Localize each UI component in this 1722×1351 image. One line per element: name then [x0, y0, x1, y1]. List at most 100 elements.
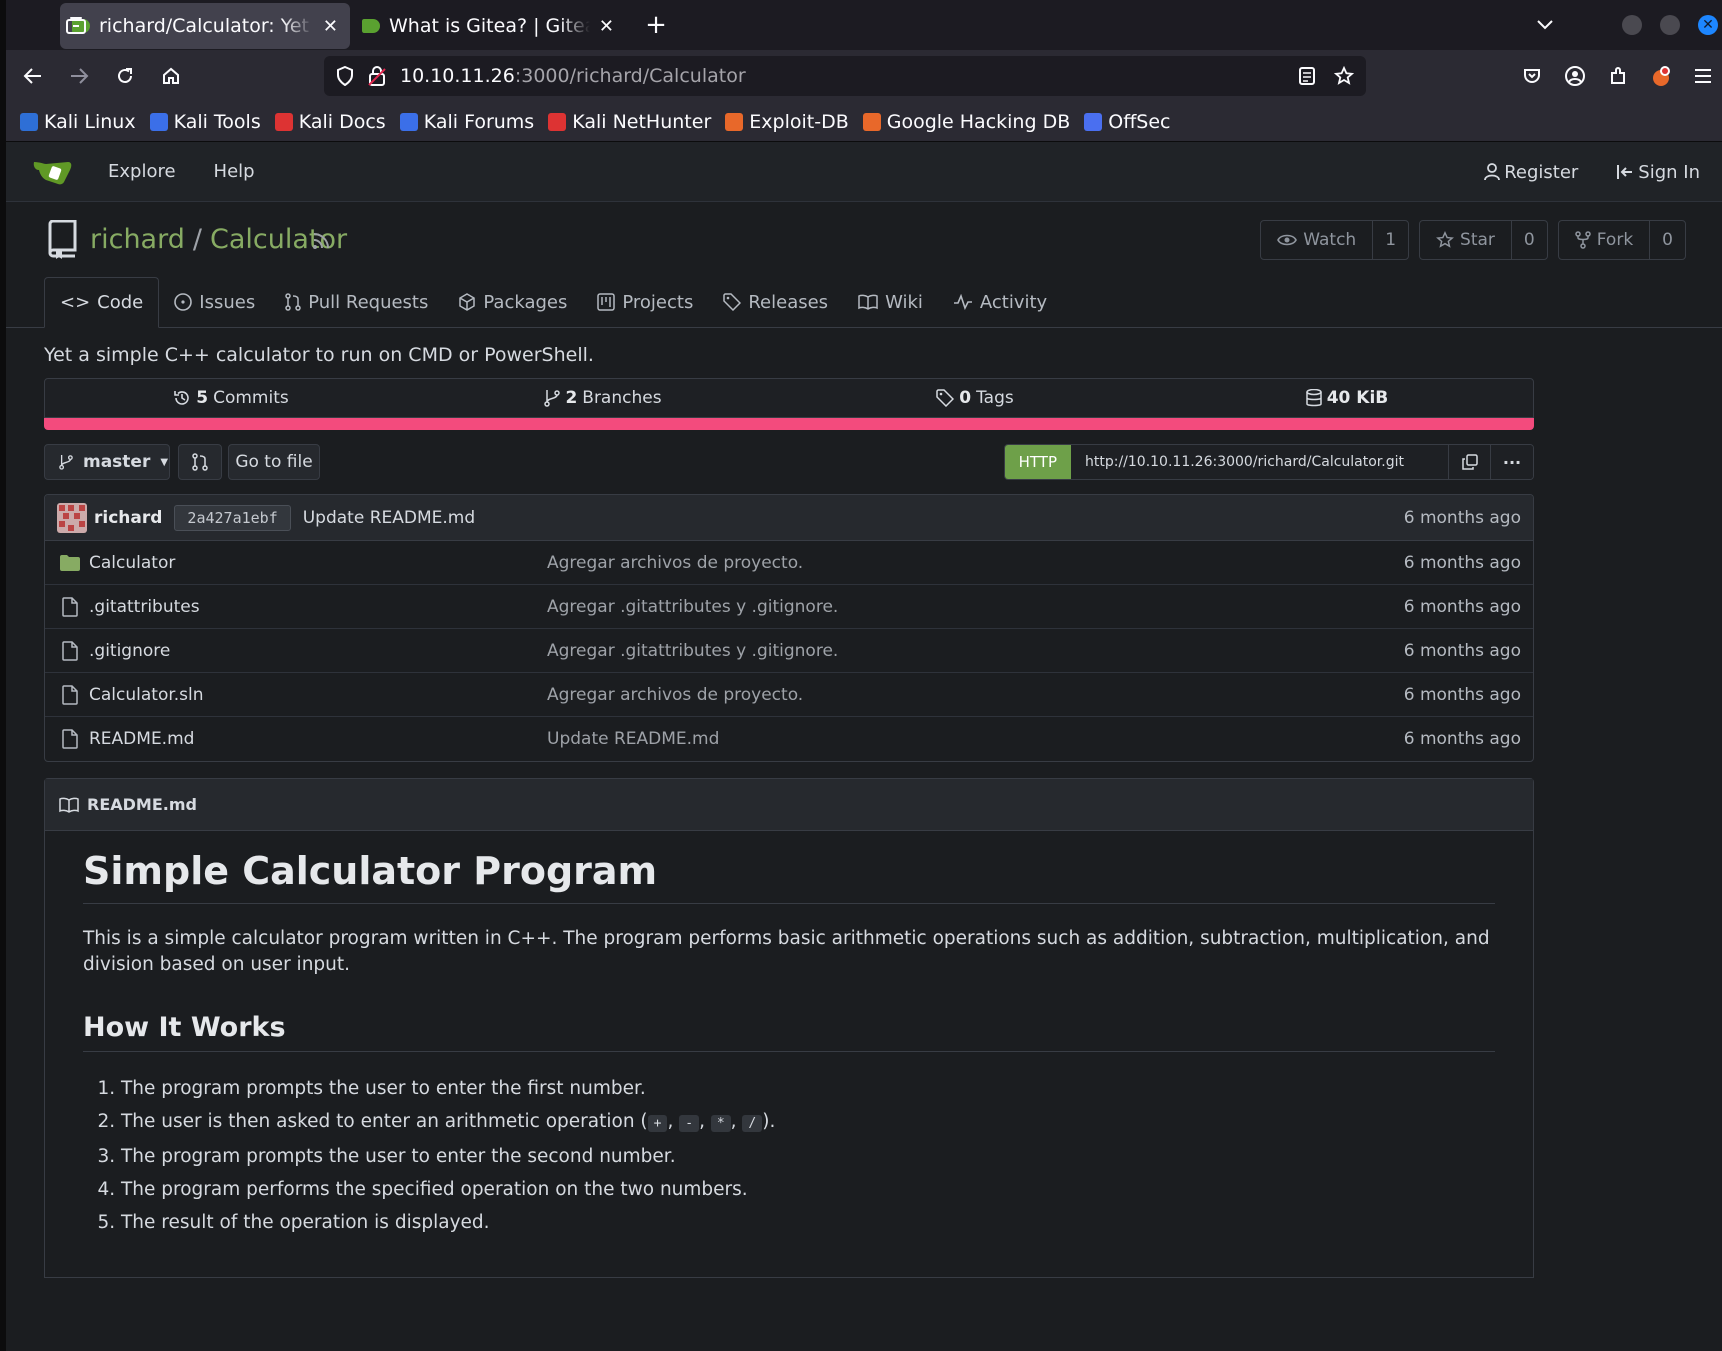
pull-request-icon: [192, 453, 208, 471]
language-bar[interactable]: [44, 418, 1534, 430]
tags-count: 0: [959, 388, 972, 408]
copy-url-button[interactable]: [1449, 445, 1491, 479]
repo-owner-link[interactable]: richard: [90, 224, 185, 255]
shield-icon[interactable]: [336, 66, 354, 86]
url-bar[interactable]: 10.10.11.26:3000/richard/Calculator: [324, 56, 1366, 96]
browser-tab-bar: richard/Calculator: Yet a simple C++ cal…: [6, 0, 1722, 50]
insecure-lock-icon[interactable]: [368, 66, 386, 86]
repo-stats: 5 Commits 2 Branches 0 Tags 40 KiB: [44, 378, 1534, 418]
file-commit-message[interactable]: Agregar archivos de proyecto.: [547, 553, 803, 573]
clone-url-input[interactable]: http://10.10.11.26:3000/richard/Calculat…: [1071, 445, 1449, 479]
close-tab-icon[interactable]: ✕: [323, 16, 338, 37]
commit-message[interactable]: Update README.md: [303, 508, 475, 528]
compare-button[interactable]: [178, 444, 222, 480]
file-name-link[interactable]: .gitignore: [89, 641, 547, 661]
bookmark-item[interactable]: Kali Docs: [274, 111, 386, 133]
bookmark-star-icon[interactable]: [1334, 66, 1354, 86]
branches-stat[interactable]: 2 Branches: [417, 388, 789, 408]
history-icon: [174, 391, 190, 405]
more-options-button[interactable]: ···: [1491, 445, 1533, 479]
tab-pull-requests[interactable]: Pull Requests: [270, 277, 443, 327]
close-tab-icon[interactable]: ✕: [599, 16, 614, 37]
file-commit-message[interactable]: Agregar archivos de proyecto.: [547, 685, 803, 705]
op-code: +: [647, 1115, 668, 1132]
foxyproxy-icon[interactable]: [1650, 65, 1672, 87]
branch-dropdown[interactable]: master ▼: [44, 444, 170, 480]
new-tab-button[interactable]: +: [634, 5, 678, 45]
bookmark-item[interactable]: Kali Tools: [149, 110, 261, 133]
file-commit-message[interactable]: Agregar .gitattributes y .gitignore.: [547, 597, 838, 617]
bookmark-item[interactable]: Kali NetHunter: [548, 111, 711, 133]
tab-code[interactable]: <> Code: [44, 277, 160, 328]
code-icon: <>: [60, 292, 91, 313]
nav-explore[interactable]: Explore: [108, 161, 176, 182]
maximize-icon[interactable]: [1660, 15, 1680, 35]
tab-packages[interactable]: Packages: [443, 277, 582, 327]
tab-overview-icon[interactable]: [46, 0, 106, 50]
pocket-icon[interactable]: [1522, 66, 1542, 86]
fork-button[interactable]: Fork 0: [1557, 220, 1686, 260]
menu-icon[interactable]: [1694, 68, 1712, 84]
bookmark-label: Kali Tools: [173, 110, 261, 133]
file-name-link[interactable]: README.md: [89, 729, 547, 749]
browser-tab-gitea-docs[interactable]: What is Gitea? | Gitea Documentation ✕: [350, 3, 626, 49]
commits-stat[interactable]: 5 Commits: [45, 388, 417, 408]
list-item: The program prompts the user to enter th…: [121, 1140, 1495, 1173]
pull-request-icon: [285, 293, 301, 311]
account-icon[interactable]: [1564, 65, 1586, 87]
extensions-icon[interactable]: [1608, 66, 1628, 86]
file-name-link[interactable]: Calculator: [89, 553, 547, 573]
star-button[interactable]: Star 0: [1419, 220, 1548, 260]
commit-sha[interactable]: 2a427a1ebf: [174, 504, 291, 531]
tab-wiki[interactable]: Wiki: [843, 277, 938, 327]
repo-header: richard / Calculator Watch 1 Star 0 Fork…: [6, 202, 1722, 278]
reader-view-icon[interactable]: [1298, 66, 1316, 86]
op-code: -: [679, 1115, 700, 1132]
url-text[interactable]: 10.10.11.26:3000/richard/Calculator: [400, 65, 746, 87]
bookmark-item[interactable]: Google Hacking DB: [862, 111, 1070, 133]
file-commit-message[interactable]: Agregar .gitattributes y .gitignore.: [547, 641, 838, 661]
signin-link[interactable]: Sign In: [1616, 162, 1700, 183]
back-icon[interactable]: [10, 56, 56, 96]
tab-projects[interactable]: Projects: [582, 277, 708, 327]
commit-author[interactable]: richard: [94, 508, 162, 528]
home-icon[interactable]: [148, 56, 194, 96]
register-link[interactable]: Register: [1484, 162, 1578, 183]
file-name-link[interactable]: Calculator.sln: [89, 685, 547, 705]
file-commit-message[interactable]: Update README.md: [547, 729, 719, 749]
go-to-file-button[interactable]: Go to file: [228, 444, 320, 480]
list-tabs-chevron-icon[interactable]: [1536, 19, 1554, 31]
bookmark-item[interactable]: Kali Forums: [399, 111, 534, 133]
tags-stat[interactable]: 0 Tags: [789, 388, 1161, 408]
clone-protocol-button[interactable]: HTTP: [1004, 445, 1071, 479]
table-row: Calculator.sln Agregar archivos de proyec…: [45, 673, 1533, 717]
tab-releases[interactable]: Releases: [708, 277, 843, 327]
bookmark-item[interactable]: Kali Linux: [20, 111, 136, 133]
nav-help[interactable]: Help: [214, 161, 255, 182]
minimize-icon[interactable]: [1622, 15, 1642, 35]
star-count[interactable]: 0: [1510, 221, 1547, 259]
repo-icon: [48, 220, 77, 259]
bookmark-item[interactable]: Exploit-DB: [725, 111, 849, 133]
forward-icon[interactable]: [56, 56, 102, 96]
file-icon: [57, 729, 83, 749]
watch-button[interactable]: Watch 1: [1260, 220, 1410, 260]
table-row: README.md Update README.md 6 months ago: [45, 717, 1533, 761]
readme-filename[interactable]: README.md: [87, 795, 197, 814]
folder-icon: [57, 554, 83, 572]
avatar[interactable]: [57, 502, 87, 533]
branches-count: 2: [565, 388, 578, 408]
op-code: *: [710, 1115, 731, 1132]
tab-issues[interactable]: Issues: [159, 277, 270, 327]
file-name-link[interactable]: .gitattributes: [89, 597, 547, 617]
star-icon: [1436, 231, 1455, 248]
close-window-icon[interactable]: ✕: [1698, 15, 1718, 35]
fork-count[interactable]: 0: [1649, 221, 1685, 259]
rss-icon[interactable]: [312, 232, 330, 250]
tab-activity[interactable]: Activity: [938, 277, 1062, 327]
watch-count[interactable]: 1: [1372, 221, 1408, 259]
gitea-logo-icon[interactable]: [32, 158, 74, 186]
reload-icon[interactable]: [102, 56, 148, 96]
file-commit-age: 6 months ago: [1403, 596, 1521, 617]
bookmark-item[interactable]: OffSec: [1084, 111, 1171, 133]
